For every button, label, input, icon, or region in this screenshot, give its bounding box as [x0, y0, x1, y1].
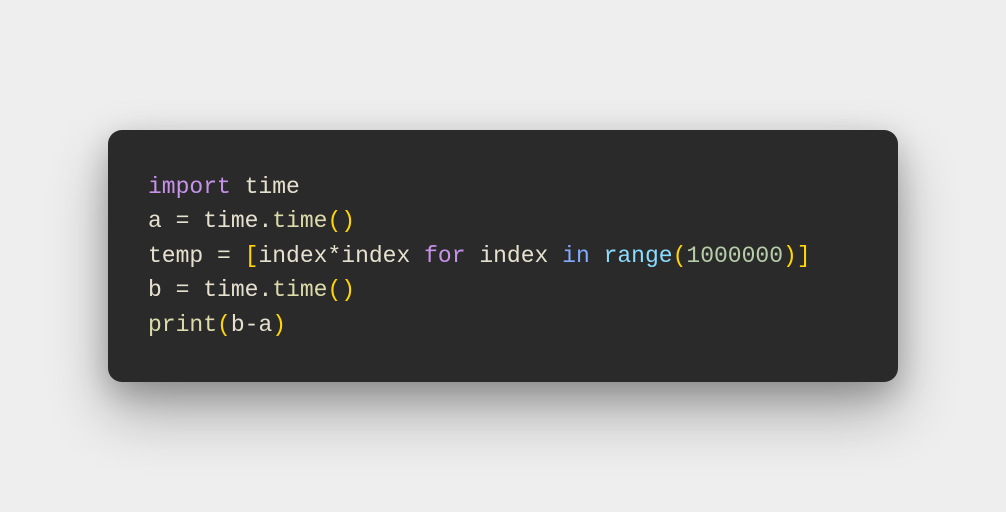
- variable: a: [148, 208, 176, 234]
- code-card: import time a = time.time() temp = [inde…: [108, 130, 898, 383]
- keyword-import: import: [148, 174, 231, 200]
- code-block: import time a = time.time() temp = [inde…: [148, 170, 858, 343]
- code-line-2: a = time.time(): [148, 204, 858, 239]
- paren-close: ): [341, 208, 355, 234]
- code-line-5: print(b-a): [148, 308, 858, 343]
- space: [590, 243, 604, 269]
- paren-close: ): [783, 243, 797, 269]
- object-ref: time: [203, 277, 258, 303]
- operator-star: *: [327, 243, 341, 269]
- expression-part: index: [341, 243, 424, 269]
- paren-close: ): [341, 277, 355, 303]
- number-literal: 1000000: [686, 243, 783, 269]
- method-name: time: [272, 277, 327, 303]
- module-name: time: [231, 174, 300, 200]
- code-line-4: b = time.time(): [148, 273, 858, 308]
- dot-operator: .: [258, 208, 272, 234]
- builtin-range: range: [604, 243, 673, 269]
- method-name: time: [272, 208, 327, 234]
- paren-open: (: [217, 312, 231, 338]
- paren-open: (: [673, 243, 687, 269]
- operator-equals: =: [176, 277, 204, 303]
- keyword-for: for: [424, 243, 465, 269]
- paren-close: ): [272, 312, 286, 338]
- argument: b: [231, 312, 245, 338]
- code-line-1: import time: [148, 170, 858, 205]
- builtin-print: print: [148, 312, 217, 338]
- operator-minus: -: [245, 312, 259, 338]
- bracket-close: ]: [797, 243, 811, 269]
- argument: a: [258, 312, 272, 338]
- loop-variable: index: [466, 243, 563, 269]
- variable: b: [148, 277, 176, 303]
- code-line-3: temp = [index*index for index in range(1…: [148, 239, 858, 274]
- paren-open: (: [327, 208, 341, 234]
- dot-operator: .: [258, 277, 272, 303]
- bracket-open: [: [245, 243, 259, 269]
- paren-open: (: [327, 277, 341, 303]
- object-ref: time: [203, 208, 258, 234]
- expression-part: index: [258, 243, 327, 269]
- keyword-in: in: [562, 243, 590, 269]
- operator-equals: =: [176, 208, 204, 234]
- variable: temp: [148, 243, 217, 269]
- operator-equals: =: [217, 243, 245, 269]
